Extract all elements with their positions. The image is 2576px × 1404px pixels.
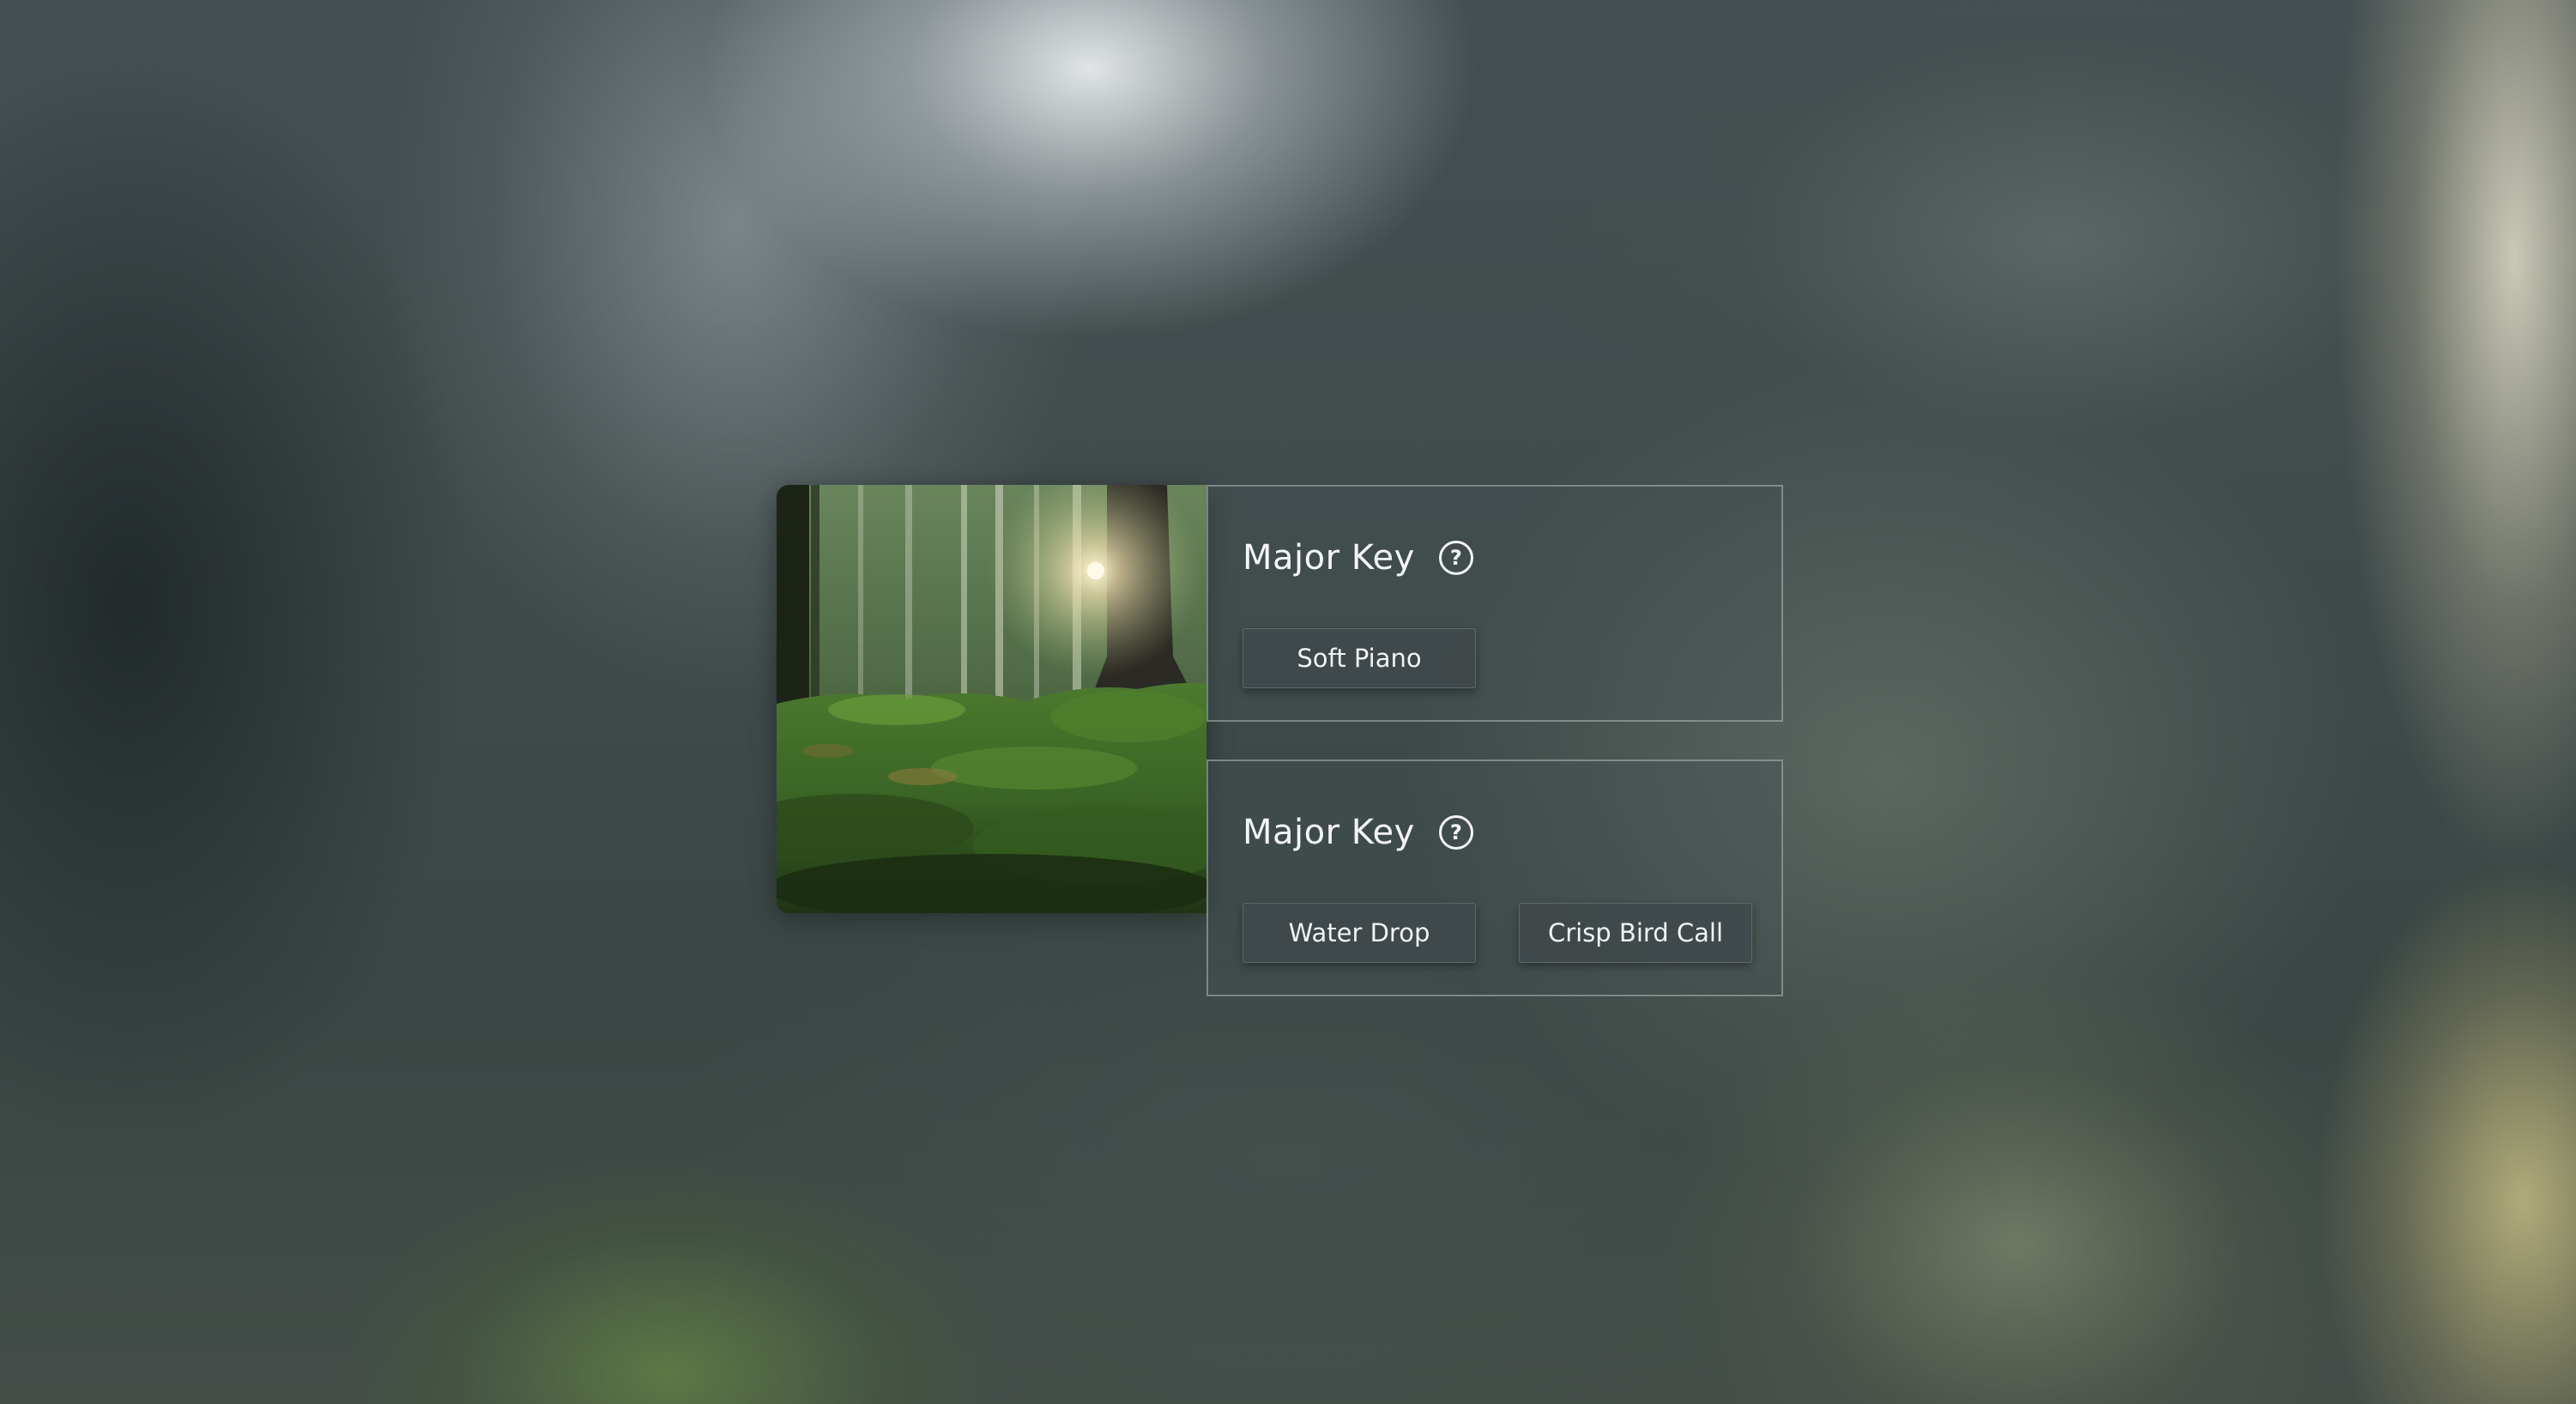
- water-drop-button[interactable]: Water Drop: [1243, 903, 1476, 963]
- help-circle-icon[interactable]: ?: [1438, 541, 1473, 575]
- forest-moss-image: [777, 485, 1206, 913]
- crisp-bird-call-button[interactable]: Crisp Bird Call: [1519, 903, 1752, 963]
- panel-header: Major Key ?: [1243, 538, 1473, 578]
- help-circle-icon[interactable]: ?: [1438, 815, 1473, 850]
- soft-piano-button[interactable]: Soft Piano: [1243, 628, 1476, 688]
- section-title: Major Key: [1243, 538, 1415, 578]
- section-title: Major Key: [1243, 813, 1415, 852]
- sound-options: Soft Piano: [1243, 628, 1476, 688]
- major-key-panel-1: Major Key ? Soft Piano: [1206, 485, 1783, 722]
- panel-header: Major Key ?: [1243, 813, 1473, 852]
- major-key-panel-2: Major Key ? Water Drop Crisp Bird Call: [1206, 759, 1783, 996]
- sound-options: Water Drop Crisp Bird Call: [1243, 903, 1752, 963]
